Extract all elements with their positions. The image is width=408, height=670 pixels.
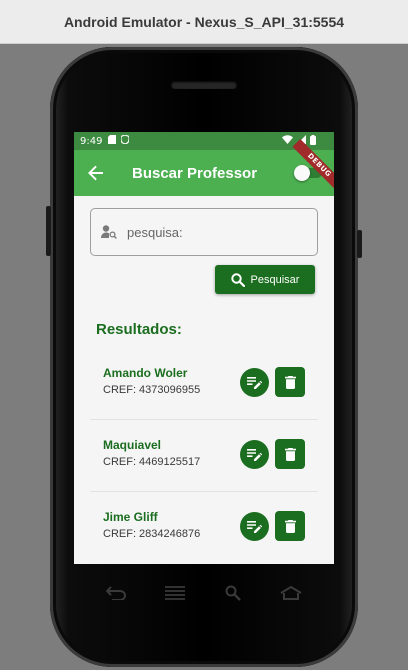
status-time: 9:49	[80, 135, 103, 147]
professor-name: Maquiavel	[103, 438, 162, 452]
phone-side-button-left	[46, 206, 51, 256]
phone-speaker	[171, 81, 237, 89]
edit-note-icon	[247, 520, 262, 533]
delete-button[interactable]	[275, 511, 305, 541]
professor-cref: CREF: 2834246876	[103, 528, 201, 540]
window-titlebar: Android Emulator - Nexus_S_API_31:5554	[0, 0, 408, 44]
trash-icon	[284, 447, 296, 461]
list-item: Maquiavel CREF: 4469125517	[90, 420, 318, 492]
search-icon	[230, 272, 245, 287]
edit-button[interactable]	[240, 368, 269, 397]
results-list: Amando Woler CREF: 4373096955 Maquiavel …	[90, 348, 318, 563]
battery-icon	[310, 134, 316, 148]
trash-icon	[284, 375, 296, 389]
trash-icon	[284, 519, 296, 533]
nav-menu-icon[interactable]	[165, 586, 186, 600]
edit-button[interactable]	[240, 512, 269, 541]
edit-note-icon	[247, 448, 262, 461]
list-item: Amando Woler CREF: 4373096955	[90, 348, 318, 420]
shield-icon	[120, 134, 131, 147]
device-nav-bar	[74, 575, 334, 611]
professor-cref: CREF: 4373096955	[103, 384, 201, 396]
delete-button[interactable]	[275, 367, 305, 397]
page-title: Buscar Professor	[132, 164, 258, 182]
back-button[interactable]	[74, 150, 118, 196]
search-button[interactable]: Pesquisar	[215, 265, 315, 294]
professor-name: Jime Gliff	[103, 510, 158, 524]
device-screen: 9:49 Buscar Professor DEBUG pesquisa: Pe…	[74, 132, 334, 564]
list-item: Jime Gliff CREF: 2834246876	[90, 492, 318, 563]
nav-home-icon[interactable]	[280, 586, 302, 600]
phone-side-button-right	[357, 230, 362, 258]
search-button-label: Pesquisar	[250, 273, 300, 286]
nav-back-icon[interactable]	[105, 586, 126, 600]
search-input[interactable]	[127, 224, 297, 240]
search-field[interactable]	[90, 208, 318, 256]
person-search-icon	[101, 225, 117, 239]
wifi-icon	[282, 135, 293, 147]
sd-card-icon	[108, 135, 117, 147]
app-bar: Buscar Professor DEBUG	[74, 138, 334, 196]
professor-cref: CREF: 4469125517	[103, 456, 201, 468]
professor-name: Amando Woler	[103, 366, 188, 380]
edit-note-icon	[247, 376, 262, 389]
results-heading: Resultados:	[96, 321, 182, 338]
nav-search-icon[interactable]	[225, 585, 241, 601]
delete-button[interactable]	[275, 439, 305, 469]
edit-button[interactable]	[240, 440, 269, 469]
window-title: Android Emulator - Nexus_S_API_31:5554	[63, 13, 345, 30]
back-arrow-icon	[88, 165, 104, 181]
